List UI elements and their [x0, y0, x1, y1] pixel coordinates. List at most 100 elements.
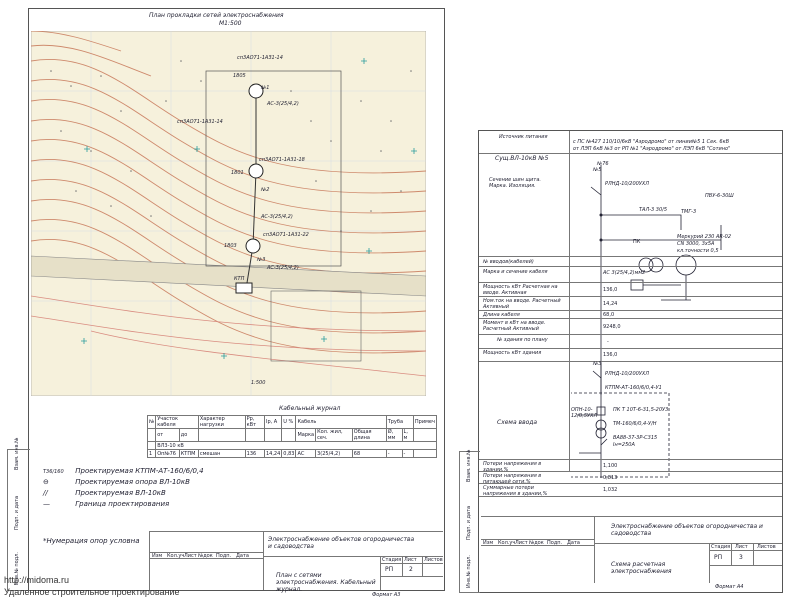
table-row: Марка и сечение кабеля АС 3(25/4,2)мм2: [479, 266, 782, 283]
supply-text-2: от ЛЭП 6кВ №3 от РП №1 "Аэродромо" от ЛЭ…: [573, 146, 731, 152]
elev-label-3: 1803: [224, 243, 237, 249]
row-value: 14,24: [603, 301, 618, 307]
stamp-sheet: 2: [409, 566, 413, 573]
pole-label-3: №3: [257, 257, 266, 263]
legend-text: Проектируемая КТПМ-АТ-160/6/0,4: [75, 467, 204, 475]
format-label: Формат А3: [372, 592, 401, 598]
cable-journal-table: № Участок кабеля Характер нагрузки Рр, к…: [146, 415, 438, 458]
stamp-sheets-label: Листов: [757, 544, 776, 550]
supply-text-1: с ПС №427 110/10/6кВ "Аэродромо" от лини…: [573, 139, 730, 145]
side-label: Подп. и дата: [14, 495, 20, 530]
col-header: Iр, А: [263, 415, 283, 429]
stamp-sheet-label: Лист: [404, 557, 417, 563]
cable-label-1: сп3АО71-1АЗ1-14: [237, 55, 283, 61]
elev-label-1: 1805: [233, 73, 246, 79]
col-header: Примеч: [412, 415, 438, 429]
rlnd-1: РЛНД-10/200УХЛ: [605, 181, 650, 187]
stamp-sheet-title: План с сетями электроснабжения. Кабельны…: [276, 572, 376, 593]
stamp-col-doc: №док: [529, 540, 544, 546]
row-value: 9248,0: [603, 324, 621, 330]
table-cell: КТПМ: [178, 449, 199, 458]
pole-numbering-note: *Нумерация опор условна: [43, 537, 140, 545]
row-label: Мощность кВт здания: [483, 350, 542, 356]
breaker-sub-label: Iн=250А: [613, 442, 635, 448]
pk-label: ПК: [633, 239, 641, 245]
stamp-stage: РП: [714, 554, 723, 561]
wire-label-2: АС-3(25/4,2): [261, 214, 293, 220]
col-subheader: до: [178, 428, 199, 442]
pole-label-1: №1: [261, 85, 270, 91]
stamp-col-list: Лист: [184, 553, 197, 559]
pole-label-2: №2: [261, 187, 270, 193]
pole-no: №5: [593, 167, 602, 173]
section-label: Сечение шин щита. Марка. Изоляция.: [489, 177, 541, 189]
row-value: 1,032: [603, 487, 618, 493]
col-header: Характер нагрузки: [197, 415, 246, 429]
col-header: №: [146, 415, 157, 429]
legend: Т36/160 Проектируемая КТПМ-АТ-160/6/0,4 …: [43, 467, 303, 511]
site-plan-map: [31, 31, 426, 396]
watermark-link[interactable]: http://midoma.ru: [4, 575, 69, 585]
side-label: Подп. и дата: [466, 505, 472, 540]
legend-text: Граница проектирования: [75, 500, 170, 508]
legend-item: ⊖ Проектируемая опора ВЛ-10кВ: [43, 478, 303, 489]
tm-label: ТМ-160/6/0,4-У/Н: [613, 421, 657, 427]
line-symbol-icon: //: [43, 489, 48, 497]
plan-scale: М1:500: [219, 20, 242, 27]
table-cell: 1: [146, 449, 157, 458]
supply-header: Источник питания: [499, 134, 548, 140]
sheet-a4: Источник питания с ПС №427 110/10/6кВ "А…: [459, 130, 783, 593]
table-cell: 136: [244, 449, 265, 458]
row-label: Момент в кВт на вводе. Расчетный Активны…: [483, 320, 546, 332]
watermark-caption: Удаленное строительное проектирование: [4, 587, 180, 597]
accuracy-label: кл.точности 0,5: [677, 248, 719, 254]
table-cell: 3(25/4,2): [315, 449, 353, 458]
stamp-col-doc: №док: [198, 553, 213, 559]
row-label: Марка и сечение кабеля: [483, 269, 548, 275]
col-subheader: Общая длина: [351, 428, 387, 442]
table-cell: 0,83: [281, 449, 297, 458]
row-label: Ном.ток на вводе. Расчетный Активный: [483, 298, 561, 310]
stamp-stage: РП: [385, 566, 394, 573]
stamp-col-sign: Подп.: [216, 553, 232, 559]
row-value: 1,100: [603, 463, 618, 469]
col-header: Труба: [385, 415, 414, 429]
table-cell: АС: [295, 449, 317, 458]
table-row: Момент в кВт на вводе. Расчетный Активны…: [479, 318, 782, 335]
table-row: Мощность кВт здания 136,0: [479, 348, 782, 362]
stamp-project: Электроснабжение объектов огородничества…: [268, 536, 415, 550]
col-header: Кабель: [295, 415, 387, 429]
side-label: Инв.№ подл.: [466, 555, 472, 588]
table-row: Суммарные потери напряжения в здании,% 1…: [479, 483, 782, 497]
ktp-symbol: Т36/160: [43, 469, 64, 475]
rlnd-2: РЛНД-10/200УХЛ: [605, 371, 650, 377]
table-row: 1 Оп№76 КТПМ смешан 136 14,24 0,83 АС 3(…: [146, 449, 438, 458]
row-value: АС 3(25/4,2)мм2: [603, 270, 646, 276]
side-strip: Взам. инв.№ Подп. и дата Инв.№ подл.: [7, 438, 30, 591]
pk-fuse-label: ПК Т 10Т-6-31,5-20У3: [613, 407, 669, 413]
row-value: 136,0: [603, 287, 618, 293]
cable-journal-title: Кабельный журнал: [279, 405, 341, 412]
table-row: № здания по плану -: [479, 334, 782, 349]
col-subheader: Кол. жил, сеч.: [315, 428, 353, 442]
table-row: Ном.ток на вводе. Расчетный Активный 14,…: [479, 296, 782, 311]
table-cell: -: [385, 449, 403, 458]
col-subheader: L, м: [401, 428, 414, 442]
col-header: U %: [281, 415, 297, 429]
legend-item: — Граница проектирования: [43, 500, 303, 511]
stamp-col-kol: Кол.уч: [167, 553, 185, 559]
stamp-col-list: Лист: [515, 540, 528, 546]
stamp-project: Электроснабжение объектов огородничества…: [611, 523, 763, 537]
row-label: № вводов(кабелей): [483, 259, 534, 265]
row-value: 0,813: [603, 475, 618, 481]
table-cell: -: [401, 449, 414, 458]
col-header: Участок кабеля: [155, 415, 199, 429]
line-label: Сущ.ВЛ-10кВ №5: [495, 155, 549, 162]
breaker-label: ВА88-37-3Р-С315: [613, 435, 658, 441]
wire-label-3: АС-3(25/4,2): [267, 265, 299, 271]
stamp-sheet-label: Лист: [735, 544, 748, 550]
pole-no-2: №3: [593, 361, 602, 367]
legend-text: Проектируемая опора ВЛ-10кВ: [75, 478, 190, 486]
stamp-sheets-label: Листов: [424, 557, 443, 563]
row-value: -: [607, 339, 609, 345]
